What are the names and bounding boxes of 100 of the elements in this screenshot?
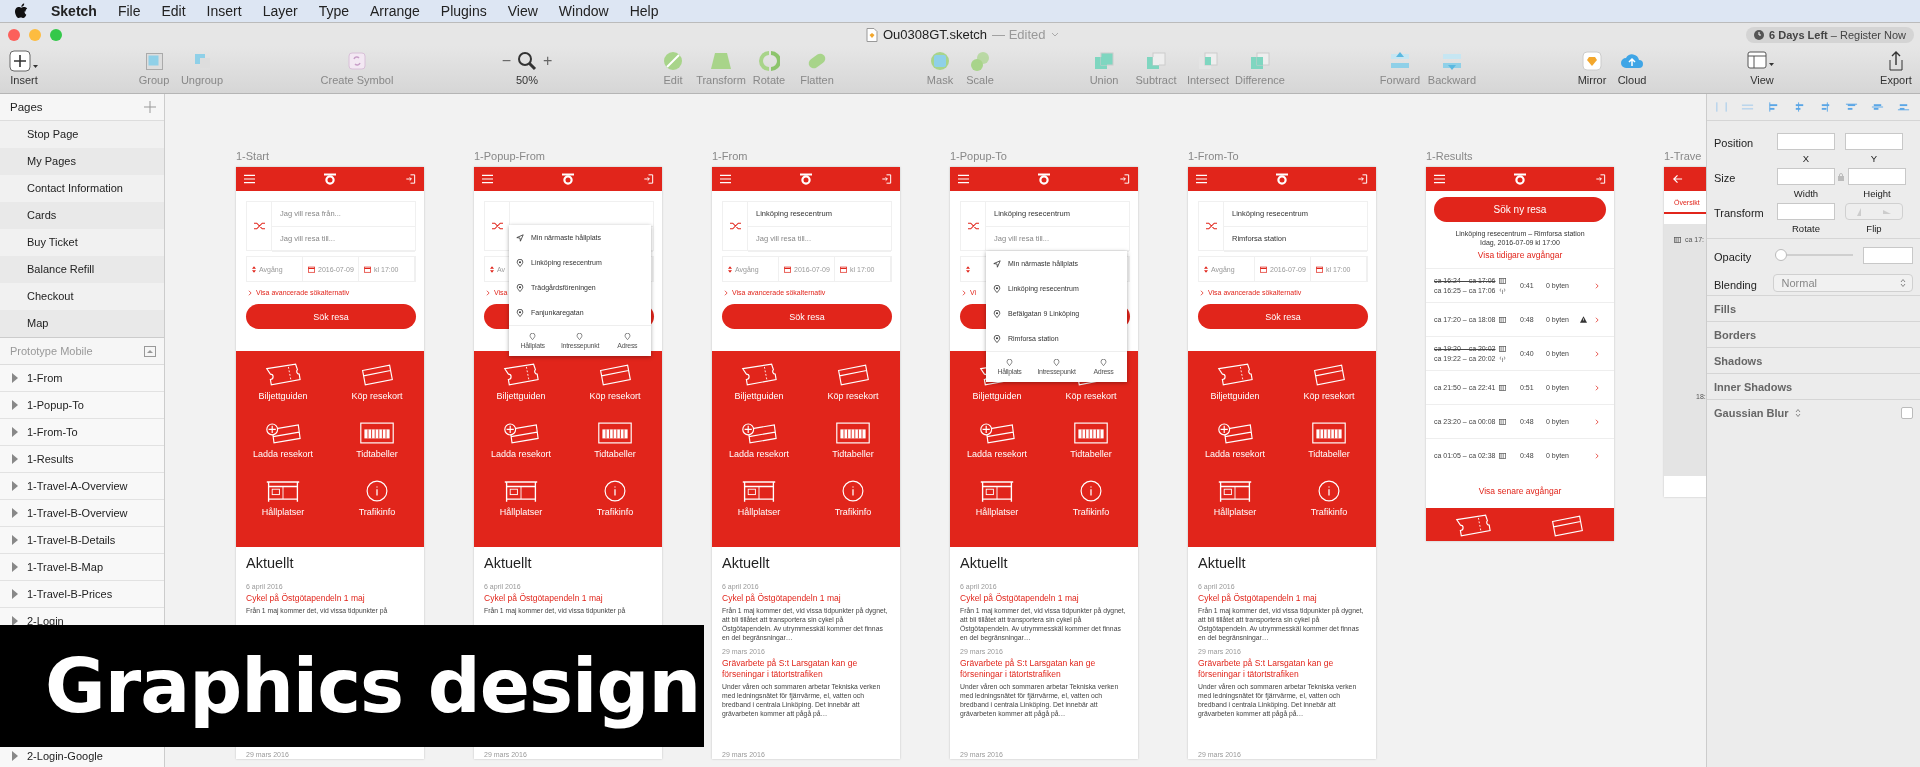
ticket-icon[interactable] xyxy=(741,363,777,387)
menu-icon[interactable] xyxy=(958,174,969,184)
artboard-list-item[interactable]: 1-Travel-B-Prices xyxy=(0,586,164,602)
login-icon[interactable] xyxy=(1119,174,1130,184)
login-icon[interactable] xyxy=(405,174,416,184)
menu-item[interactable]: Insert xyxy=(206,3,242,19)
menu-item[interactable]: Type xyxy=(318,3,349,19)
back-arrow-icon[interactable] xyxy=(1672,174,1683,184)
ticket-icon[interactable] xyxy=(1217,363,1253,387)
menu-icon[interactable] xyxy=(1434,174,1445,184)
page-item[interactable]: Buy Ticket xyxy=(0,229,164,256)
earlier-departures-link[interactable]: Visa tidigare avgångar xyxy=(1434,250,1606,260)
section-header[interactable]: Borders xyxy=(1714,328,1757,341)
add-icon[interactable] xyxy=(144,101,156,113)
card-icon[interactable] xyxy=(1549,514,1585,538)
toolbar-button[interactable]: Scale xyxy=(960,46,1000,93)
tile-label[interactable]: Tidtabeller xyxy=(356,449,398,459)
page-item[interactable]: My Pages xyxy=(0,148,164,175)
bus-shelter-icon[interactable] xyxy=(979,479,1015,503)
news-title[interactable]: Cykel på Östgötapendeln 1 maj xyxy=(484,593,652,604)
menu-item[interactable]: View xyxy=(507,3,538,19)
tile-label[interactable]: Köp resekort xyxy=(589,391,641,401)
login-icon[interactable] xyxy=(881,174,892,184)
timetable-icon[interactable] xyxy=(1073,421,1109,445)
toolbar-button[interactable]: Difference xyxy=(1234,46,1286,93)
card-icon[interactable] xyxy=(1311,363,1347,387)
toolbar-button[interactable]: Create Symbol xyxy=(312,46,402,93)
align-icon[interactable] xyxy=(1845,101,1858,113)
card-icon[interactable] xyxy=(359,363,395,387)
tile-label[interactable]: Hållplatser xyxy=(1213,507,1257,517)
page-item[interactable]: Stop Page xyxy=(0,121,164,148)
new-search-button[interactable]: Sök ny resa xyxy=(1434,197,1606,222)
tile-label[interactable]: Ladda resekort xyxy=(252,449,313,459)
news-title[interactable]: Grävarbete på S:t Larsgatan kan ge förseningar i tätortstrafiken xyxy=(1198,658,1366,680)
tile-label[interactable]: Hållplatser xyxy=(975,507,1019,517)
login-icon[interactable] xyxy=(1595,174,1606,184)
menu-item[interactable]: Edit xyxy=(161,3,186,19)
page-item[interactable]: Balance Refill xyxy=(0,256,164,283)
news-title[interactable]: Cykel på Östgötapendeln 1 maj xyxy=(1198,593,1366,604)
ticket-icon[interactable] xyxy=(503,363,539,387)
later-departures-link[interactable]: Visa senare avgångar xyxy=(1426,486,1614,496)
artboard-label[interactable]: 1-Trave xyxy=(1664,150,1706,162)
align-icon[interactable] xyxy=(1793,101,1806,113)
collapse-icon[interactable] xyxy=(144,345,156,357)
menu-icon[interactable] xyxy=(1196,174,1207,184)
page-item[interactable]: Checkout xyxy=(0,283,164,310)
toolbar-button[interactable]: Rotate xyxy=(745,46,793,93)
tile-label[interactable]: Biljettguiden xyxy=(734,391,784,401)
tile-label[interactable]: Ladda resekort xyxy=(728,449,789,459)
toolbar-button[interactable]: Export xyxy=(1872,46,1920,93)
timetable-icon[interactable] xyxy=(359,421,395,445)
card-add-icon[interactable] xyxy=(265,421,301,445)
checkbox[interactable] xyxy=(1901,406,1913,419)
tile-label[interactable]: Ladda resekort xyxy=(966,449,1027,459)
shuffle-icon[interactable] xyxy=(491,222,503,230)
section-header[interactable]: Gaussian Blur xyxy=(1714,406,1789,419)
ticket-icon[interactable] xyxy=(1455,514,1491,538)
tile-label[interactable]: Biljettguiden xyxy=(496,391,546,401)
slider-thumb[interactable] xyxy=(1775,249,1788,261)
tile-label[interactable]: Köp resekort xyxy=(1065,391,1117,401)
tile-label[interactable]: Köp resekort xyxy=(351,391,403,401)
shuffle-icon[interactable] xyxy=(967,222,979,230)
menu-item[interactable]: Arrange xyxy=(370,3,420,19)
toolbar-button[interactable]: Subtract xyxy=(1130,46,1182,93)
artboard-list-item[interactable]: 1-Popup-To xyxy=(0,397,164,413)
menu-item[interactable]: Window xyxy=(558,3,609,19)
toolbar-button[interactable]: Forward xyxy=(1374,46,1426,93)
tile-label[interactable]: Trafikinfo xyxy=(1072,507,1110,517)
login-icon[interactable] xyxy=(643,174,654,184)
toolbar-button[interactable]: Flatten xyxy=(793,46,841,93)
section-header[interactable]: Inner Shadows xyxy=(1714,380,1793,393)
artboard-list-item[interactable]: 1-Travel-B-Overview xyxy=(0,505,164,521)
shuffle-icon[interactable] xyxy=(1205,222,1217,230)
toolbar-button[interactable]: − + 50% xyxy=(487,46,567,93)
tile-label[interactable]: Hållplatser xyxy=(499,507,543,517)
card-add-icon[interactable] xyxy=(503,421,539,445)
y-field[interactable] xyxy=(1845,133,1903,150)
zoom-out-button[interactable]: − xyxy=(501,52,511,70)
timetable-icon[interactable] xyxy=(1311,421,1347,445)
news-title[interactable]: Cykel på Östgötapendeln 1 maj xyxy=(722,593,890,604)
news-title[interactable]: Cykel på Östgötapendeln 1 maj xyxy=(960,593,1128,604)
tile-label[interactable]: Hållplatser xyxy=(737,507,781,517)
artboard-list-item[interactable]: 1-From xyxy=(0,370,164,386)
toolbar-button[interactable]: Insert xyxy=(0,46,48,93)
align-icon[interactable] xyxy=(1767,101,1780,113)
section-header[interactable]: Fills xyxy=(1714,302,1736,315)
login-icon[interactable] xyxy=(1357,174,1368,184)
search-button[interactable]: Sök resa xyxy=(722,304,892,329)
tile-label[interactable]: Trafikinfo xyxy=(358,507,396,517)
zoom-in-button[interactable]: + xyxy=(543,52,553,70)
menu-item[interactable]: Sketch xyxy=(51,3,97,19)
tile-label[interactable]: Ladda resekort xyxy=(1204,449,1265,459)
toolbar-button[interactable]: Transform xyxy=(697,46,745,93)
page-item[interactable]: Map xyxy=(0,310,164,337)
tile-label[interactable]: Trafikinfo xyxy=(834,507,872,517)
tile-label[interactable]: Ladda resekort xyxy=(490,449,551,459)
artboard-label[interactable]: 1-From-To xyxy=(1188,150,1376,162)
ticket-icon[interactable] xyxy=(265,363,301,387)
width-field[interactable] xyxy=(1777,168,1835,185)
toolbar-button[interactable]: Group xyxy=(130,46,178,93)
